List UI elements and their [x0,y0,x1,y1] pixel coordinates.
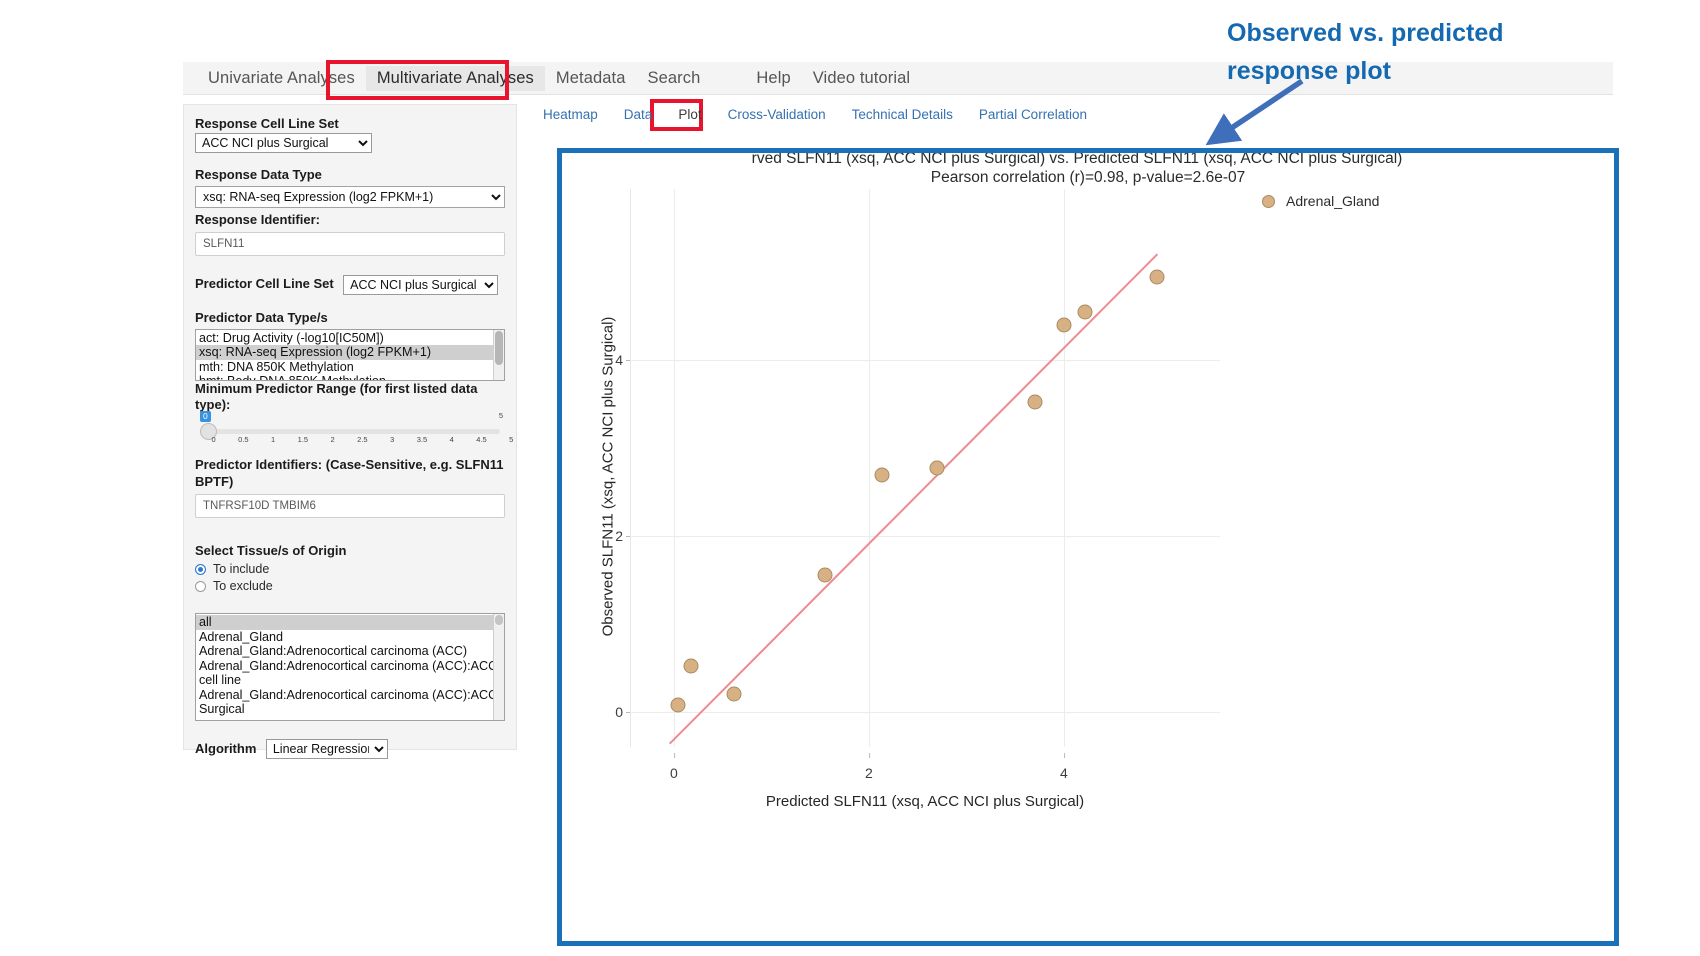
radio-button-icon[interactable] [195,581,206,592]
slider-track[interactable] [200,429,500,434]
scatter-point[interactable] [1027,394,1042,409]
algorithm-select[interactable]: Linear Regression [266,739,388,759]
minimum-predictor-range-slider[interactable]: 0 5 00.511.522.533.544.55 [195,415,505,453]
list-item[interactable]: Adrenal_Gland:Adrenocortical carcinoma (… [196,644,504,659]
minimum-predictor-range-label: Minimum Predictor Range (for first liste… [195,381,505,414]
list-item[interactable]: mth: DNA 850K Methylation [196,360,504,375]
scatter-point[interactable] [727,687,742,702]
tissue-origin-listbox[interactable]: all Adrenal_Gland Adrenal_Gland:Adrenoco… [195,613,505,721]
scrollbar-thumb[interactable] [495,615,503,625]
gridline [630,536,1220,537]
slider-max-label: 5 [499,411,503,420]
nav-item-help[interactable]: Help [745,66,801,91]
radio-label: To exclude [213,579,273,593]
tab-technical-details[interactable]: Technical Details [839,104,966,125]
radio-button-icon[interactable] [195,564,206,575]
predictor-data-types-listbox[interactable]: act: Drug Activity (-log10[IC50M]) xsq: … [195,329,505,381]
nav-item-metadata[interactable]: Metadata [545,66,637,91]
response-cell-line-set-select[interactable]: ACC NCI plus Surgical [195,133,372,153]
list-item[interactable]: Adrenal_Gland:Adrenocortical carcinoma (… [196,688,504,717]
response-data-type-label: Response Data Type [195,167,505,183]
listbox-scrollbar[interactable] [493,330,504,380]
predictor-cell-line-set-label: Predictor Cell Line Set [195,276,334,292]
predictor-data-types-label: Predictor Data Type/s [195,310,505,326]
slider-tick: 4 [450,435,454,444]
slider-tick: 4.5 [476,435,486,444]
y-axis-line [630,189,631,747]
slider-tick: 5 [509,435,513,444]
list-item[interactable]: all [196,615,504,630]
response-identifier-label: Response Identifier: [195,212,505,228]
list-item[interactable]: Adrenal_Gland:Adrenocortical carcinoma (… [196,659,504,688]
slider-tick: 0 [212,435,216,444]
tab-data[interactable]: Data [611,104,666,125]
gridline [869,189,870,747]
scatter-point[interactable] [818,567,833,582]
slider-tick: 3.5 [417,435,427,444]
y-axis-title: Observed SLFN11 (xsq, ACC NCI plus Surgi… [600,197,617,757]
x-axis-tick-label: 0 [670,765,678,781]
x-axis-title: Predicted SLFN11 (xsq, ACC NCI plus Surg… [630,793,1220,810]
predictor-cell-line-set-select[interactable]: ACC NCI plus Surgical [343,275,498,295]
slider-tick-labels: 00.511.522.533.544.55 [195,435,505,451]
scatter-point[interactable] [930,460,945,475]
tab-plot[interactable]: Plot [665,104,714,125]
scatter-point[interactable] [684,659,699,674]
scrollbar-thumb[interactable] [495,331,503,365]
scatter-plot-area[interactable]: 024024 [630,189,1220,747]
legend-label[interactable]: Adrenal_Gland [1286,193,1379,209]
algorithm-label: Algorithm [195,741,256,757]
chart-subtitle: Pearson correlation (r)=0.98, p-value=2.… [562,168,1614,187]
regression-fit-line [669,253,1158,744]
response-data-type-select[interactable]: xsq: RNA-seq Expression (log2 FPKM+1) [195,186,505,208]
radio-to-exclude[interactable]: To exclude [195,579,505,593]
nav-item-multivariate-analyses[interactable]: Multivariate Analyses [366,66,545,91]
legend-marker-icon [1262,195,1275,208]
gridline [630,360,1220,361]
chart-legend[interactable]: Adrenal_Gland [1262,193,1379,209]
chart-title-block: rved SLFN11 (xsq, ACC NCI plus Surgical)… [562,153,1614,187]
gridline [1064,189,1065,747]
plot-tab-bar: Heatmap Data Plot Cross-Validation Techn… [530,104,1615,132]
predictor-identifiers-label: Predictor Identifiers: (Case-Sensitive, … [195,457,505,490]
list-item[interactable]: xsq: RNA-seq Expression (log2 FPKM+1) [196,345,504,360]
scatter-point[interactable] [874,467,889,482]
plot-panel: rved SLFN11 (xsq, ACC NCI plus Surgical)… [557,148,1619,946]
tab-partial-correlation[interactable]: Partial Correlation [966,104,1100,125]
tab-heatmap[interactable]: Heatmap [530,104,611,125]
callout-arrow-icon [1190,75,1310,155]
predictor-identifiers-input[interactable] [195,494,505,518]
gridline [630,712,1220,713]
chart-title: rved SLFN11 (xsq, ACC NCI plus Surgical)… [562,153,1614,168]
nav-item-univariate-analyses[interactable]: Univariate Analyses [197,66,366,91]
slider-tick: 2 [331,435,335,444]
nav-item-search[interactable]: Search [637,66,712,91]
slider-tick: 1 [271,435,275,444]
radio-label: To include [213,562,269,576]
list-item[interactable]: Adrenal_Gland [196,630,504,645]
slider-tick: 2.5 [357,435,367,444]
scatter-point[interactable] [670,697,685,712]
callout-line-1: Observed vs. predicted [1227,14,1567,52]
scatter-point[interactable] [1056,318,1071,333]
response-identifier-input[interactable] [195,232,505,256]
select-tissue-origin-label: Select Tissue/s of Origin [195,543,505,559]
slider-tick: 3 [390,435,394,444]
x-axis-tick-label: 2 [865,765,873,781]
listbox-scrollbar[interactable] [493,614,504,720]
slider-value-bubble: 0 [200,411,211,422]
response-cell-line-set-label: Response Cell Line Set [195,116,339,132]
radio-to-include[interactable]: To include [195,562,505,576]
slider-tick: 1.5 [298,435,308,444]
nav-item-video-tutorial[interactable]: Video tutorial [802,66,921,91]
gridline [674,189,675,747]
x-axis-tick-label: 4 [1060,765,1068,781]
list-item[interactable]: bmt: Body DNA 850K Methylation [196,374,504,381]
analysis-settings-panel: Response Cell Line Set ACC NCI plus Surg… [183,104,517,750]
scatter-point[interactable] [1149,269,1164,284]
slider-tick: 0.5 [238,435,248,444]
list-item[interactable]: act: Drug Activity (-log10[IC50M]) [196,331,504,346]
scatter-point[interactable] [1078,305,1093,320]
tab-cross-validation[interactable]: Cross-Validation [715,104,839,125]
